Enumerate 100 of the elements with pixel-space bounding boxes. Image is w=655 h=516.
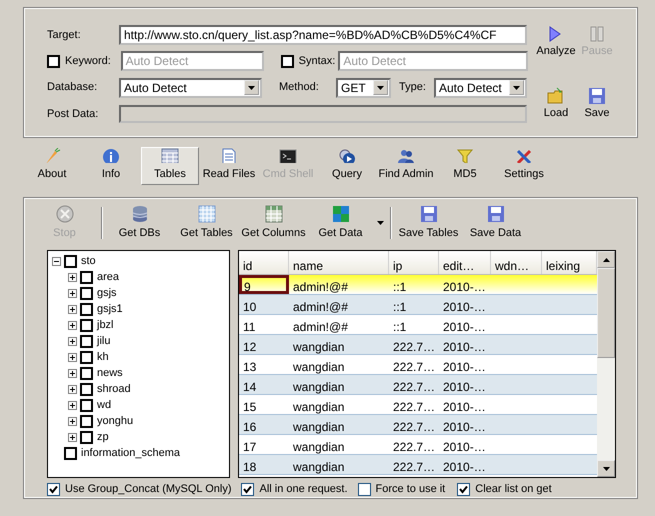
floppy-icon [486,204,504,223]
tab[interactable]: Info [82,147,140,185]
info-icon [102,148,120,162]
field-label: Method: [279,80,320,96]
expander-icon[interactable] [68,320,77,330]
toolbar-button[interactable]: Get Columns [240,204,307,242]
tree-item[interactable]: shroad [97,380,131,398]
column-header[interactable]: name [289,251,389,274]
checkbox[interactable] [80,286,93,300]
expander-icon[interactable] [68,352,77,362]
field-label: Post Data: [47,106,100,122]
column-header[interactable]: edit… [439,251,491,274]
table-row[interactable]: 9 admin!@# ::1 2010-… [239,275,597,295]
scrollbar-thumb[interactable] [597,268,615,358]
expander-icon[interactable] [68,368,77,378]
checkbox[interactable] [80,350,93,364]
tab[interactable]: Settings [495,147,553,185]
tree-item[interactable]: news [97,364,123,382]
action-button[interactable]: Analyze [534,25,578,74]
tree-item[interactable]: zp [97,428,109,446]
expander-icon[interactable] [68,304,77,314]
table-cell-text: wangdian [292,439,346,454]
tree-item[interactable]: yonghu [97,412,134,430]
table-row[interactable]: 14 wangdian 222.7… 2010-… [239,375,597,395]
scrollbar[interactable] [597,251,615,477]
tree-item[interactable]: wd [97,396,112,414]
column-header[interactable]: wdn… [491,251,542,274]
dropdown-field[interactable]: Auto Detect [434,78,527,98]
table-cell-text: ::1 [392,279,408,294]
toolbar-button[interactable]: Save Tables [395,204,462,242]
expander-icon[interactable] [68,384,77,394]
expander-icon[interactable] [52,256,61,266]
checkbox[interactable] [80,302,93,316]
column-header[interactable]: ip [389,251,439,274]
checkbox[interactable] [80,270,93,284]
column-header[interactable]: id [239,251,289,274]
checkbox[interactable] [80,334,93,348]
tab[interactable]: About [23,147,81,185]
dropdown-field[interactable]: GET [336,78,391,98]
table-cell-text: wangdian [292,419,346,434]
table-cell-text: 2010-… [442,399,487,414]
expander-icon[interactable] [68,288,77,298]
action-button[interactable]: Load [534,86,578,136]
table-cell-text: wangdian [292,379,346,394]
tab[interactable]: MD5 [436,147,494,185]
toolbar-button[interactable]: Get DBs [106,204,173,242]
tab[interactable]: Tables [141,147,199,185]
checkbox[interactable] [80,398,93,412]
blocks-icon [332,204,350,223]
toolbar-button[interactable]: Save Data [462,204,529,242]
checkbox[interactable] [80,318,93,332]
expander-icon[interactable] [68,272,77,282]
tree-item[interactable]: sto [81,252,96,270]
table-row[interactable]: 12 wangdian 222.7… 2010-… [239,335,597,355]
table-cell-text: 10 [242,299,258,314]
tab[interactable]: Query [318,147,376,185]
dropdown-field[interactable]: Auto Detect [119,78,262,98]
checkbox[interactable] [64,254,77,268]
action-button[interactable]: Save [578,86,616,136]
scroll-down-icon[interactable] [597,460,615,477]
checkbox[interactable] [358,482,371,496]
tab[interactable]: Read Files [200,147,258,185]
toolbar-button[interactable]: Get Tables [173,204,240,242]
tree-item[interactable]: gsjs1 [97,300,123,318]
option-label: Force to use it [376,482,446,497]
dropdown-caret-icon[interactable] [374,221,387,225]
expander-icon[interactable] [68,432,77,442]
checkbox[interactable] [64,446,77,460]
tree-item[interactable]: kh [97,348,109,366]
expander-icon[interactable] [68,336,77,346]
checkbox[interactable] [80,382,93,396]
checkbox[interactable] [457,482,470,496]
input-field[interactable]: http://www.sto.cn/query_list.asp?name=%BD%AD%CB%D5%C4%CF [119,25,527,45]
table-cell-text: ::1 [392,319,408,334]
expander-icon[interactable] [68,416,77,426]
checkbox[interactable] [280,54,294,68]
table-row[interactable]: 10 admin!@# ::1 2010-… [239,295,597,315]
table-row[interactable]: 16 wangdian 222.7… 2010-… [239,415,597,435]
checkbox[interactable] [80,430,93,444]
table-row[interactable]: 18 wangdian 222.7… 2010-… [239,455,597,475]
table-icon [161,148,179,162]
checkbox[interactable] [47,482,60,496]
tree-item[interactable]: area [97,268,120,286]
table-cell-text: 222.7… [392,359,436,374]
checkbox[interactable] [80,366,93,380]
scroll-up-icon[interactable] [597,251,615,268]
toolbar-button[interactable]: Get Data [307,204,374,242]
tree-item[interactable]: gsjs [97,284,117,302]
checkbox[interactable] [241,482,254,496]
tab[interactable]: Find Admin [377,147,435,185]
tree-item[interactable]: jilu [97,332,110,350]
checkbox[interactable] [80,414,93,428]
checkbox[interactable] [47,54,60,68]
table-cell-text: 2010-… [442,459,487,474]
tree-item[interactable]: jbzl [97,316,114,334]
dropdown-value: Auto Detect [124,80,187,96]
tree-item[interactable]: information_schema [81,444,180,462]
post-data-field[interactable] [119,105,527,123]
table-cell-text: 15 [242,399,258,414]
expander-icon[interactable] [68,400,77,410]
